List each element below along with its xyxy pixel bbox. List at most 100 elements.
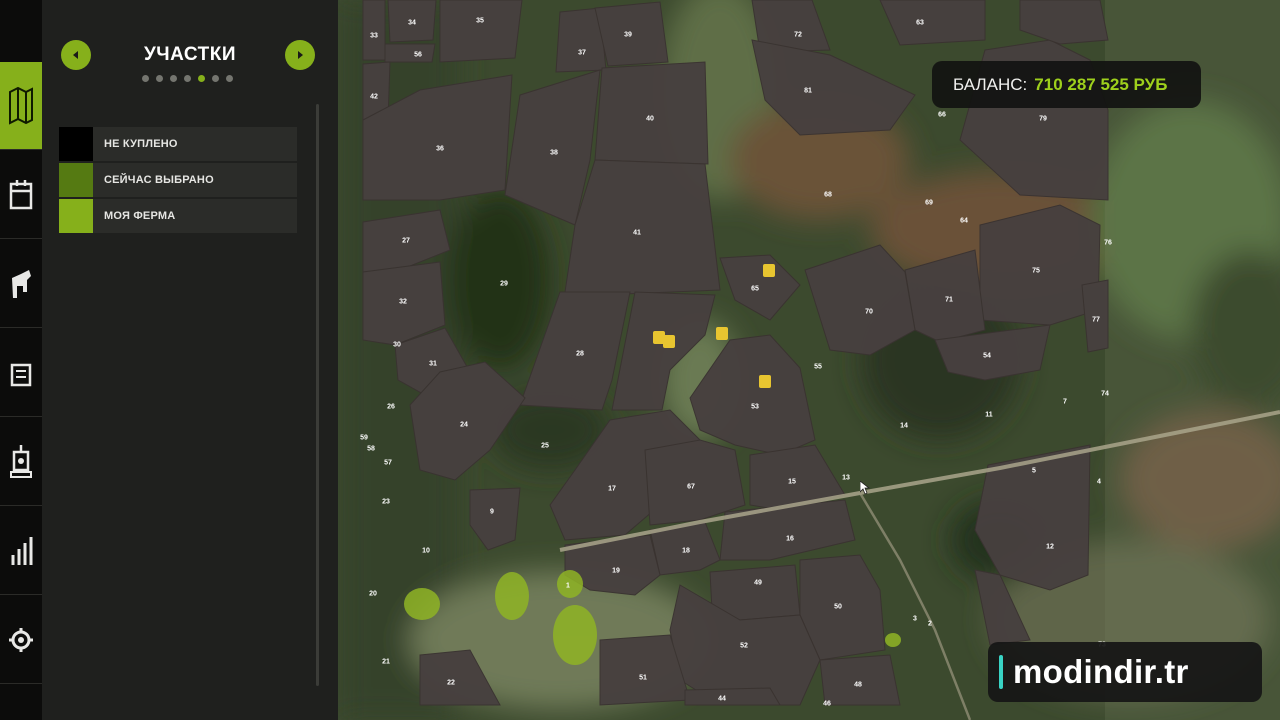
- field-number-label: 54: [983, 353, 991, 360]
- map-marker-icon[interactable]: [759, 375, 771, 388]
- field-number-label: 56: [414, 52, 422, 59]
- field-number-label: 70: [865, 309, 873, 316]
- page-dot[interactable]: [226, 75, 233, 82]
- field-number-label: 50: [834, 604, 842, 611]
- field-number-label: 37: [578, 50, 586, 57]
- legend-swatch: [59, 199, 93, 233]
- page-dot[interactable]: [198, 75, 205, 82]
- field-number-label: 42: [370, 94, 378, 101]
- page-dot[interactable]: [212, 75, 219, 82]
- field-number-label: 38: [550, 150, 558, 157]
- field-number-label: 32: [399, 299, 407, 306]
- page-dot[interactable]: [184, 75, 191, 82]
- farmland-map[interactable]: 33 34 35 37 39 72 63 56 42 81 40 36 38 66 79 68 69 64 41 76…: [338, 0, 1280, 720]
- map-icon: [9, 86, 33, 125]
- legend-swatch: [59, 127, 93, 161]
- balance-value: 710 287 525 РУБ: [1034, 74, 1168, 94]
- field-number-label: 4: [1097, 479, 1101, 486]
- map-marker-icon[interactable]: [663, 335, 675, 348]
- field-number-label: 79: [1039, 116, 1047, 123]
- balance-display: БАЛАНС: 710 287 525 РУБ: [932, 61, 1201, 108]
- field-number-label: 44: [718, 696, 726, 703]
- field-parcel[interactable]: [684, 687, 781, 706]
- field-number-label: 27: [402, 238, 410, 245]
- field-number-label: 68: [824, 192, 832, 199]
- field-number-label: 67: [687, 484, 695, 491]
- owned-field[interactable]: [495, 572, 529, 620]
- page-dot[interactable]: [142, 75, 149, 82]
- field-number-label: 12: [1046, 544, 1054, 551]
- field-parcel[interactable]: [979, 204, 1101, 326]
- owned-field[interactable]: [885, 633, 901, 647]
- animals-menu-button[interactable]: [0, 240, 42, 328]
- owned-field[interactable]: [404, 588, 440, 620]
- field-number-label: 13: [842, 475, 850, 482]
- next-page-button[interactable]: [285, 40, 315, 70]
- field-number-label: 9: [490, 509, 494, 516]
- legend-swatch: [59, 163, 93, 197]
- field-number-label: 28: [576, 351, 584, 358]
- production-menu-button[interactable]: [0, 418, 42, 506]
- field-number-label: 20: [369, 591, 377, 598]
- field-number-label: 59: [360, 435, 368, 442]
- field-number-label: 46: [823, 701, 831, 708]
- field-number-label: 71: [945, 297, 953, 304]
- field-number-label: 34: [408, 20, 416, 27]
- statistics-icon: [11, 536, 33, 565]
- field-number-label: 11: [985, 412, 993, 419]
- contracts-icon: [10, 363, 32, 386]
- menu-rail: [0, 0, 42, 720]
- panel-scrollbar[interactable]: [316, 104, 319, 686]
- field-number-label: 51: [639, 675, 647, 682]
- settings-menu-button[interactable]: [0, 596, 42, 684]
- statistics-menu-button[interactable]: [0, 507, 42, 595]
- field-number-label: 76: [1104, 240, 1112, 247]
- field-number-label: 77: [1092, 317, 1100, 324]
- page-dot[interactable]: [170, 75, 177, 82]
- field-number-label: 17: [608, 486, 616, 493]
- farmland-panel: УЧАСТКИ НЕ КУПЛЕНО СЕЙЧАС ВЫБРАНО МОЯ ФЕ…: [42, 0, 338, 720]
- field-parcel[interactable]: [594, 61, 709, 165]
- field-number-label: 3: [913, 616, 917, 623]
- field-number-label: 35: [476, 18, 484, 25]
- field-parcel[interactable]: [564, 159, 721, 296]
- page-indicator: [142, 75, 233, 82]
- contracts-menu-button[interactable]: [0, 329, 42, 417]
- owned-field[interactable]: [553, 605, 597, 665]
- legend-label: НЕ КУПЛЕНО: [104, 138, 178, 150]
- field-number-label: 21: [382, 659, 390, 666]
- production-icon: [10, 444, 32, 478]
- field-number-label: 19: [612, 568, 620, 575]
- field-number-label: 18: [682, 548, 690, 555]
- map-menu-button[interactable]: [0, 62, 42, 150]
- field-parcel[interactable]: [439, 0, 523, 63]
- map-marker-icon[interactable]: [763, 264, 775, 277]
- field-number-label: 10: [422, 548, 430, 555]
- animals-icon: [12, 269, 31, 298]
- field-parcel[interactable]: [362, 0, 386, 61]
- field-number-label: 25: [541, 443, 549, 450]
- field-number-label: 52: [740, 643, 748, 650]
- watermark: modindir.tr: [988, 642, 1262, 702]
- field-number-label: 24: [460, 422, 468, 429]
- field-parcel[interactable]: [384, 43, 436, 63]
- prev-page-button[interactable]: [61, 40, 91, 70]
- field-number-label: 75: [1032, 268, 1040, 275]
- legend-row-my-farm: МОЯ ФЕРМА: [59, 199, 297, 233]
- field-number-label: 2: [928, 621, 932, 628]
- page-dot[interactable]: [156, 75, 163, 82]
- field-number-label: 81: [804, 88, 812, 95]
- field-number-label: 39: [624, 32, 632, 39]
- field-number-label: 40: [646, 116, 654, 123]
- field-number-label: 16: [786, 536, 794, 543]
- field-parcel[interactable]: [819, 654, 901, 706]
- map-marker-icon[interactable]: [716, 327, 728, 340]
- owned-field[interactable]: [557, 570, 583, 598]
- arrow-left-icon: [73, 51, 78, 59]
- calendar-menu-button[interactable]: [0, 151, 42, 239]
- field-number-label: 57: [384, 460, 392, 467]
- settings-icon: [9, 627, 33, 652]
- field-number-label: 64: [960, 218, 968, 225]
- field-number-label: 63: [916, 20, 924, 27]
- field-number-label: 22: [447, 680, 455, 687]
